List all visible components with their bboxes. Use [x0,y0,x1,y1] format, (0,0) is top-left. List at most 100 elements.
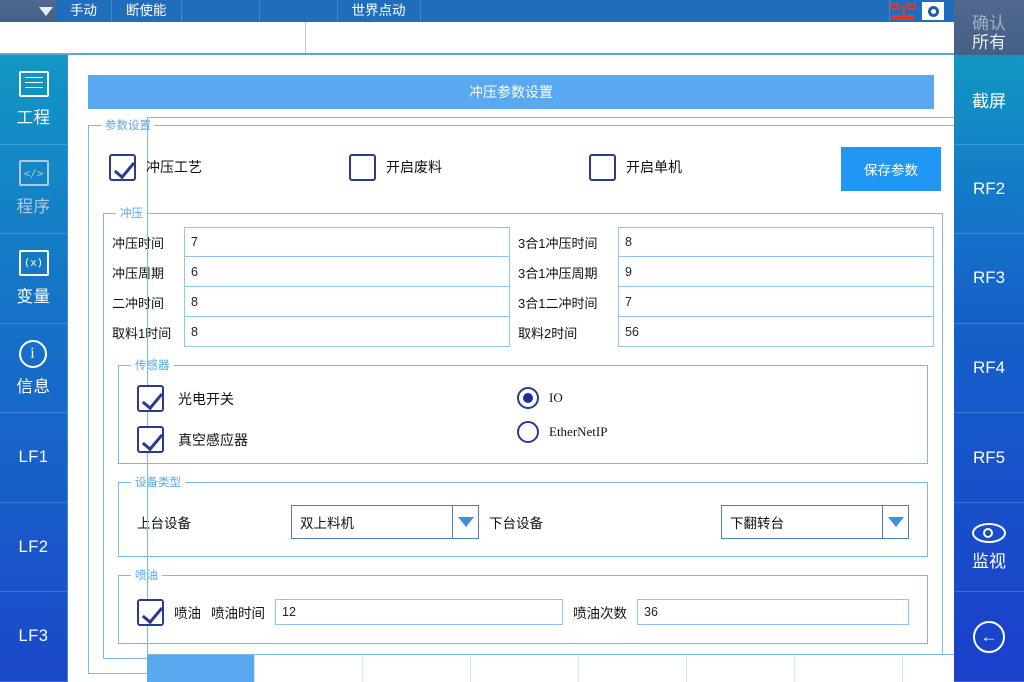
field-row-pickup2-time: 取料2时间 56 [518,316,934,347]
save-parameters-button[interactable]: 保存参数 [841,147,941,191]
sidebar-item-rf4[interactable]: RF4 [954,324,1024,414]
sidebar-item-lf2[interactable]: LF2 [0,503,67,593]
oil-spray-count-input[interactable]: 36 [637,599,909,625]
field-input-stamp-cycle[interactable]: 6 [184,256,510,287]
checkbox-enable-standalone[interactable]: 开启单机 [589,153,789,181]
sidebar-item-rf4-label: RF4 [972,358,1006,378]
sidebar-item-rf2[interactable]: RF2 [954,145,1024,235]
device-upper-select-value: 双上料机 [300,516,354,531]
back-arrow-icon[interactable]: ← [973,620,1005,653]
field-row-pickup1-time: 取料1时间 8 [112,316,510,347]
field-row-3in1-stamp-cycle: 3合1冲压周期 9 [518,256,934,287]
bottom-tab-4[interactable] [471,655,579,682]
sidebar-item-lf3[interactable]: LF3 [0,592,67,682]
sensor-checkbox-column: 光电开关 真空感应器 [137,385,517,453]
sidebar-item-lf1[interactable]: LF1 [0,413,67,503]
checkbox-enable-standalone-box[interactable] [589,153,616,181]
device-type-row: 上台设备 双上料机 下台设备 下翻转台 [127,496,919,548]
topbar-dropdown-area[interactable] [0,0,56,22]
bottom-tab-1[interactable] [147,655,255,682]
field-input-pickup2-time[interactable]: 56 [618,316,934,347]
checkbox-photoelectric-switch-box[interactable] [137,385,164,412]
device-upper-select[interactable]: 双上料机 [291,505,479,539]
radio-io[interactable]: IO [517,387,909,409]
device-type-legend: 设备类型 [135,477,181,489]
sidebar-item-rf5-label: RF5 [972,447,1006,467]
power-status-icon[interactable] [922,2,944,20]
field-input-stamp-time[interactable]: 7 [184,227,510,257]
topbar-item-3[interactable] [182,0,260,22]
triangle-down-icon[interactable] [39,6,53,16]
field-input-second-stamp-time[interactable]: 8 [184,286,510,317]
sidebar-item-program-label: 程序 [16,198,51,217]
checkbox-enable-standalone-label: 开启单机 [626,159,682,175]
stamping-left-column: 冲压时间 7 冲压周期 6 二冲时间 8 取料1时间 8 [112,227,510,347]
secondary-toolbar-cell-left [0,22,306,53]
sidebar-item-rf5[interactable]: RF5 [954,413,1024,503]
sidebar-item-lf3-label: LF3 [18,627,49,646]
sidebar-item-info[interactable]: i 信息 [0,324,67,414]
stamping-group: 冲压 冲压时间 7 冲压周期 6 二冲时间 8 取料1时间 8 3合1冲压时间 … [103,205,943,659]
main-content: 冲压参数设置 参数设置 冲压工艺 开启废料 开启单机 保存参数 冲压 冲压时间 … [67,55,1011,682]
page-title: 冲压参数设置 [88,75,934,109]
oil-spray-row: 喷油 喷油时间 12 喷油次数 36 [127,589,919,635]
radio-io-label: IO [549,390,563,405]
checkbox-stamping-process[interactable]: 冲压工艺 [109,153,349,181]
field-label-3in1-stamp-cycle: 3合1冲压周期 [518,265,598,281]
checkbox-enable-scrap[interactable]: 开启废料 [349,153,589,181]
sidebar-item-variable[interactable]: (x) 变量 [0,234,67,324]
sidebar-item-back[interactable]: ← [954,592,1024,682]
device-lower-label: 下台设备 [489,516,543,531]
device-upper-label: 上台设备 [137,516,191,531]
topbar-item-manual[interactable]: 手动 [56,0,112,22]
sidebar-item-rf3[interactable]: RF3 [954,234,1024,324]
device-lower-select[interactable]: 下翻转台 [721,505,909,539]
topbar-item-disable[interactable]: 断使能 [112,0,182,22]
checkbox-stamping-process-box[interactable] [109,153,136,181]
sidebar-item-rf2-label: RF2 [972,178,1006,198]
sidebar-item-monitor[interactable]: 监视 [954,503,1024,593]
field-label-pickup1-time: 取料1时间 [112,325,172,341]
checkbox-photoelectric-switch-label: 光电开关 [178,390,234,407]
bottom-tab-bar [147,654,1011,682]
topbar-item-4[interactable] [260,0,338,22]
field-label-3in1-second-stamp-time: 3合1二冲时间 [518,295,598,311]
topbar-item-world-jog[interactable]: 世界点动 [338,0,421,22]
field-input-3in1-stamp-time[interactable]: 8 [618,227,934,257]
checkbox-vacuum-sensor-box[interactable] [137,426,164,453]
left-sidebar: 工程 </> 程序 (x) 变量 i 信息 LF1 LF2 LF3 [0,55,67,682]
sidebar-item-program[interactable]: </> 程序 [0,145,67,235]
field-input-pickup1-time[interactable]: 8 [184,316,510,347]
bottom-tab-6[interactable] [687,655,795,682]
checkbox-vacuum-sensor[interactable]: 真空感应器 [137,426,517,453]
checkbox-enable-scrap-box[interactable] [349,153,376,181]
chevron-down-icon[interactable] [882,506,908,538]
device-lower-select-value: 下翻转台 [730,516,784,531]
chevron-down-icon[interactable] [452,506,478,538]
checkbox-oil-spray-box[interactable] [137,598,164,626]
code-icon: </> [18,160,49,188]
radio-io-button[interactable] [517,387,539,409]
bottom-tab-5[interactable] [579,655,687,682]
bottom-tab-3[interactable] [363,655,471,682]
project-icon [18,70,49,99]
bottom-tab-7[interactable] [795,655,903,682]
checkbox-photoelectric-switch[interactable]: 光电开关 [137,385,517,412]
bottom-tab-2[interactable] [255,655,363,682]
oil-spray-enable-label: 喷油 [174,606,201,621]
sensor-radio-column: IO EtherNetIP [517,385,909,453]
robot-arm-icon[interactable] [890,2,916,20]
sidebar-item-project[interactable]: 工程 [0,55,67,145]
field-input-3in1-second-stamp-time[interactable]: 7 [618,286,934,317]
field-label-pickup2-time: 取料2时间 [518,325,578,341]
secondary-toolbar-cell-right [306,22,954,53]
sidebar-item-screenshot[interactable]: 截屏 [954,55,1024,145]
sidebar-item-rf3-label: RF3 [972,268,1006,288]
oil-spray-count-label: 喷油次数 [573,606,627,621]
field-input-3in1-stamp-cycle[interactable]: 9 [618,256,934,287]
oil-spray-time-input[interactable]: 12 [275,599,563,625]
right-sidebar: 截屏 RF2 RF3 RF4 RF5 监视 ← [954,55,1024,682]
field-label-second-stamp-time: 二冲时间 [112,295,165,311]
radio-ethernetip-button[interactable] [517,421,539,443]
radio-ethernetip[interactable]: EtherNetIP [517,421,909,443]
